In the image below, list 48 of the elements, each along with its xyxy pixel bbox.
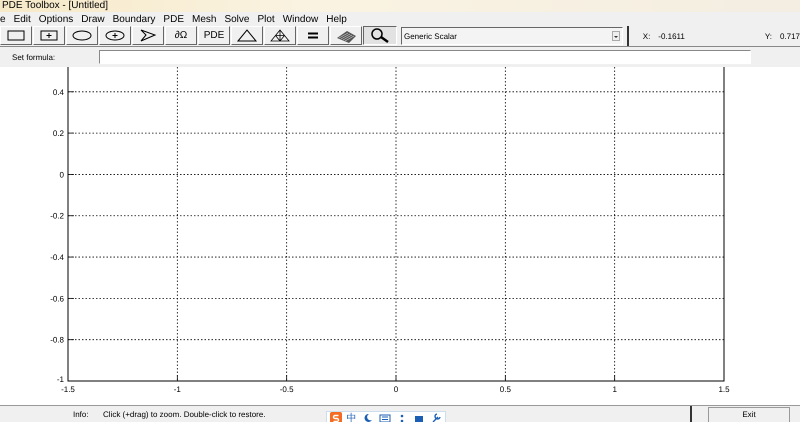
menu-item[interactable]: Window (282, 14, 318, 24)
menu-item[interactable]: Draw (81, 14, 105, 24)
x-tick-label: -1.5 (61, 385, 75, 394)
y-coordinate-value: 0.717 (780, 32, 800, 40)
moon-icon[interactable] (362, 412, 374, 422)
y-tick-label: 0.4 (52, 88, 64, 97)
triangle-icon (236, 27, 258, 44)
keyboard-icon[interactable] (378, 412, 390, 422)
y-tick-label: 0.2 (52, 129, 64, 138)
menu-item[interactable]: Help (326, 14, 347, 24)
y-tick-label: -1 (56, 375, 64, 384)
menu-item[interactable]: e (0, 14, 6, 24)
tool-button[interactable]: ∂Ω (165, 26, 197, 45)
input-mode-toggle[interactable]: 中 (346, 410, 356, 422)
dropdown-caret-icon (612, 31, 620, 41)
x-tick-label: -1 (174, 385, 181, 394)
y-tick-label: -0.2 (50, 212, 64, 221)
x-tick-label: 1.5 (718, 385, 730, 394)
y-tick-label: -0.4 (50, 253, 64, 262)
tool-button[interactable] (363, 26, 397, 45)
exit-button[interactable]: Exit (708, 406, 790, 422)
window-title: PDE Toolbox - [Untitled] (2, 0, 108, 11)
menu-item[interactable]: Mesh (192, 14, 216, 24)
x-tick-label: -0.5 (280, 385, 294, 394)
x-tick-label: 1 (612, 385, 617, 394)
zoom-icon (369, 27, 391, 44)
menu-item[interactable]: Edit (14, 14, 31, 24)
info-message: Click (+drag) to zoom. Double-click to restore. (103, 410, 266, 419)
menu-item[interactable]: Options (38, 14, 74, 24)
y-tick-label: -0.6 (50, 294, 64, 304)
x-coordinate-value: -0.1611 (658, 32, 685, 40)
tool-button[interactable]: PDE (198, 26, 230, 45)
menu-item[interactable]: Boundary (112, 14, 156, 24)
x-tick-label: 0 (394, 385, 398, 394)
y-tick-label: -0.8 (50, 336, 64, 345)
formula-label: Set formula: (11, 52, 56, 62)
dropdown-value: Generic Scalar (404, 32, 457, 40)
refined-triangle-icon (269, 27, 291, 44)
y-coordinate-label: Y: (764, 32, 772, 40)
menu-item[interactable]: Plot (257, 14, 275, 24)
info-label: Info: (73, 410, 90, 419)
formula-field[interactable] (99, 50, 751, 64)
application-mode-dropdown[interactable]: Generic Scalar (401, 27, 623, 45)
menu-item[interactable]: PDE (163, 14, 184, 24)
y-tick-label: 0 (60, 170, 64, 180)
x-coordinate-label: X: (642, 32, 650, 40)
x-tick-label: 0.5 (500, 385, 511, 394)
menu-item[interactable]: Solve (224, 14, 250, 24)
